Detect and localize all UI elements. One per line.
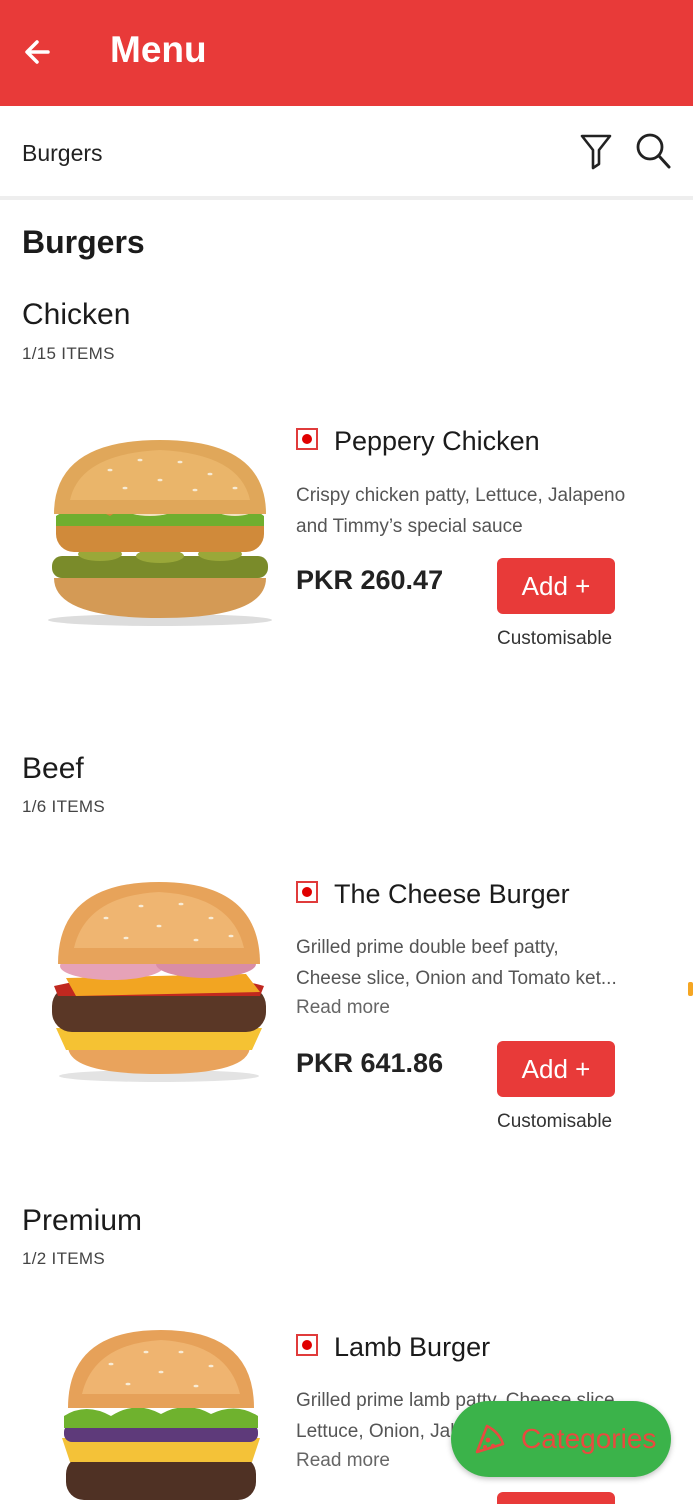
read-more-link[interactable]: Read more xyxy=(296,997,390,1019)
item-price: PKR 260.47 xyxy=(296,565,444,595)
item-name[interactable]: Peppery Chicken xyxy=(334,426,540,457)
customisable-label: Customisable xyxy=(497,628,613,649)
arrow-left-icon xyxy=(25,40,50,64)
cheese-burger-image xyxy=(52,882,266,1082)
item-name[interactable]: Lamb Burger xyxy=(334,1332,490,1363)
categories-button-label: Categories xyxy=(521,1423,657,1454)
item-description: Crispy chicken patty, Lettuce, Jalapeno … xyxy=(296,480,626,542)
item-description-line: and Timmy’s special sauce xyxy=(296,516,523,537)
filter-button[interactable] xyxy=(578,128,614,172)
add-button-partial[interactable] xyxy=(497,1492,615,1504)
non-veg-indicator-icon xyxy=(296,428,318,450)
category-count-chicken: 1/15 ITEMS xyxy=(22,344,115,363)
category-count-beef: 1/6 ITEMS xyxy=(22,797,106,816)
back-button[interactable] xyxy=(18,30,62,74)
lamb-burger-image xyxy=(62,1330,260,1500)
add-button[interactable]: Add + xyxy=(497,558,615,614)
item-name[interactable]: The Cheese Burger xyxy=(334,879,570,910)
item-description: Grilled prime double beef patty, Cheese … xyxy=(296,932,626,994)
edge-indicator xyxy=(688,982,693,996)
chicken-burger-image xyxy=(48,440,272,626)
read-more-link[interactable]: Read more xyxy=(296,1450,390,1472)
item-description-line: Cheese slice, Onion and Tomato ket... xyxy=(296,968,617,989)
non-veg-indicator-icon xyxy=(296,881,318,903)
selected-category-label[interactable]: Burgers xyxy=(22,140,103,167)
section-title: Burgers xyxy=(22,224,145,260)
pizza-slice-icon xyxy=(475,1424,505,1454)
page-title: Menu xyxy=(110,29,207,70)
add-button[interactable]: Add + xyxy=(497,1041,615,1097)
item-description-line: Crispy chicken patty, Lettuce, Jalapeno xyxy=(296,485,626,506)
categories-button[interactable]: Categories xyxy=(451,1401,671,1477)
search-icon xyxy=(636,133,671,169)
item-price: PKR 641.86 xyxy=(296,1048,444,1078)
item-description-line: Grilled prime double beef patty, xyxy=(296,937,559,958)
non-veg-indicator-icon xyxy=(296,1334,318,1356)
category-title-beef: Beef xyxy=(22,752,84,785)
category-count-premium: 1/2 ITEMS xyxy=(22,1249,106,1268)
filter-icon xyxy=(580,134,612,170)
search-button[interactable] xyxy=(633,128,673,172)
app-bar: Menu xyxy=(0,0,693,106)
category-title-premium: Premium xyxy=(22,1204,143,1237)
customisable-label: Customisable xyxy=(497,1111,613,1132)
category-title-chicken: Chicken xyxy=(22,298,131,331)
